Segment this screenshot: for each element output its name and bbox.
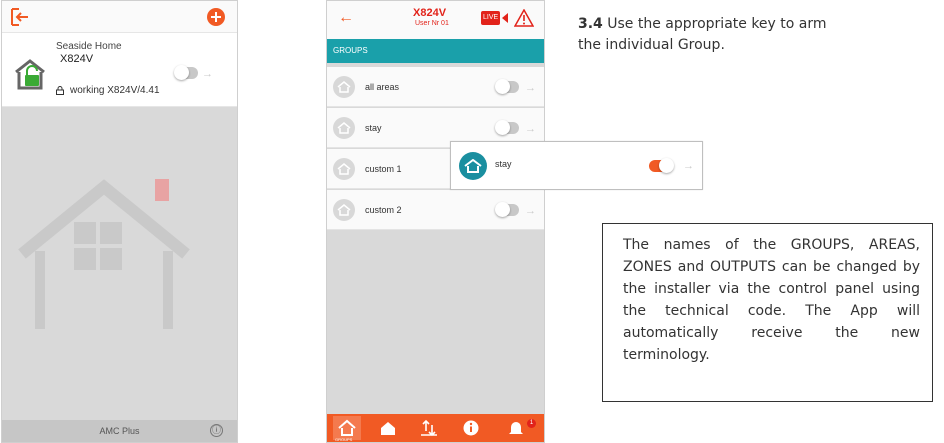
armed-group-callout[interactable]: stay → [450, 141, 703, 190]
toggle-knob [495, 202, 510, 217]
note-box: The names of the GROUPS, AREAS, ZONES an… [602, 223, 933, 402]
back-arrow-icon[interactable]: ← [338, 10, 354, 26]
nav-caption: GROUPS [335, 437, 353, 442]
top-bar: ← X824V User Nr 01 LIVE [327, 1, 544, 39]
group-label: custom 1 [365, 164, 402, 174]
lock-icon [56, 86, 64, 95]
info-icon[interactable] [462, 419, 480, 437]
group-label: custom 2 [365, 205, 402, 215]
house-placeholder-icon [18, 179, 190, 329]
note-text: The names of the GROUPS, AREAS, ZONES an… [623, 237, 920, 363]
chevron-right-icon[interactable]: → [525, 82, 536, 94]
house-icon [459, 152, 487, 180]
house-icon [333, 76, 355, 98]
toggle-knob [174, 65, 189, 80]
app-name: AMC Plus [99, 426, 140, 436]
group-toggle[interactable] [649, 158, 674, 173]
outputs-icon[interactable] [420, 419, 438, 437]
camera-icon[interactable] [502, 13, 508, 23]
group-label: stay [365, 123, 382, 133]
groups-icon[interactable] [338, 419, 356, 437]
chevron-right-icon[interactable]: → [202, 68, 213, 80]
section-header: GROUPS [327, 39, 544, 63]
group-toggle[interactable] [495, 202, 519, 217]
site-status-text: working X824V/4.41 [70, 85, 160, 96]
site-list-screen: Seaside Home X824V working X824V/4.41 → … [1, 0, 238, 443]
toggle-knob [495, 79, 510, 94]
step-number: 3.4 [578, 16, 603, 32]
house-icon [333, 199, 355, 221]
toggle-knob [495, 120, 510, 135]
chevron-right-icon[interactable]: → [525, 205, 536, 217]
info-icon[interactable]: ⓘ [210, 424, 223, 437]
top-bar [2, 1, 237, 33]
groups-screen: ← X824V User Nr 01 LIVE GROUPS all areas… [326, 0, 545, 443]
alarm-bell-icon[interactable] [507, 419, 525, 437]
house-unlocked-icon [15, 59, 45, 90]
step-description: Use the appropriate key to arm the indiv… [578, 16, 827, 53]
notification-badge: 1 [527, 419, 536, 428]
instruction-text: 3.4 Use the appropriate key to arm the i… [578, 14, 838, 56]
chevron-right-icon[interactable]: → [683, 160, 694, 172]
site-model: X824V [60, 53, 94, 65]
bottom-nav: GROUPS 1 [327, 414, 544, 442]
group-row[interactable]: all areas → [327, 67, 544, 107]
house-icon [333, 117, 355, 139]
group-label: all areas [365, 82, 400, 92]
add-icon[interactable] [207, 8, 225, 26]
group-label: stay [495, 159, 512, 169]
site-item[interactable]: Seaside Home X824V working X824V/4.41 → [2, 33, 237, 107]
user-number: User Nr 01 [415, 20, 449, 27]
panel-title: X824V [413, 7, 447, 19]
group-toggle[interactable] [495, 79, 519, 94]
areas-icon[interactable] [379, 419, 397, 437]
section-label: GROUPS [333, 46, 368, 55]
site-status: working X824V/4.41 [56, 85, 160, 96]
warning-icon[interactable] [514, 9, 534, 27]
site-toggle[interactable] [174, 65, 198, 80]
exit-icon[interactable] [10, 8, 30, 26]
group-row[interactable]: custom 2 → [327, 190, 544, 230]
group-toggle[interactable] [495, 120, 519, 135]
live-badge[interactable]: LIVE [481, 11, 501, 25]
toggle-knob [659, 158, 674, 173]
bottom-bar: AMC Plus ⓘ [2, 420, 237, 442]
chevron-right-icon[interactable]: → [525, 123, 536, 135]
site-name: Seaside Home [56, 41, 122, 52]
house-icon [333, 158, 355, 180]
